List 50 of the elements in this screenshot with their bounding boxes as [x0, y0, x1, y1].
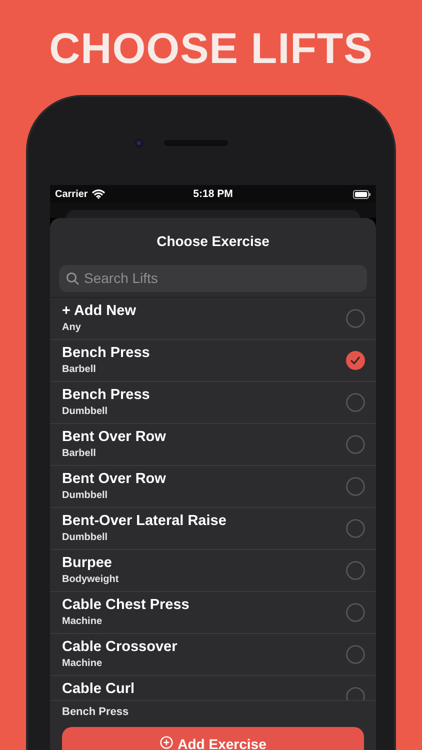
exercise-category: Any	[62, 322, 82, 334]
exercise-category: Dumbbell	[62, 532, 109, 544]
exercise-name: Bent Over Row	[62, 428, 166, 446]
wifi-icon	[92, 189, 105, 199]
exercise-category: Bodyweight	[62, 574, 119, 586]
exercise-row[interactable]: Bent-Over Lateral Raise Dumbbell	[50, 508, 376, 550]
sheet-title: Choose Exercise	[156, 232, 270, 252]
search-icon	[66, 272, 79, 285]
clock-time: 5:18 PM	[193, 188, 233, 200]
exercise-row[interactable]: Cable Chest Press Machine	[50, 592, 376, 634]
exercise-category: Dumbbell	[62, 490, 109, 502]
exercise-row[interactable]: Bench Press Barbell	[50, 340, 376, 382]
radio-circle[interactable]	[346, 476, 365, 496]
exercise-row[interactable]: + Add New Any	[50, 298, 376, 340]
exercise-name: Bent-Over Lateral Raise	[62, 512, 226, 530]
radio-circle[interactable]	[346, 308, 365, 328]
search-input[interactable]: Search Lifts	[84, 270, 360, 286]
exercise-name: Bench Press	[62, 386, 150, 404]
exercise-category: Barbell	[62, 364, 97, 376]
selected-exercise-label: Bench Press	[62, 706, 130, 718]
exercise-row[interactable]: Bent Over Row Barbell	[50, 424, 376, 466]
exercise-name: Bench Press	[62, 344, 150, 362]
radio-circle[interactable]	[346, 602, 365, 622]
exercise-row[interactable]: Burpee Bodyweight	[50, 550, 376, 592]
exercise-category: Machine	[62, 658, 104, 670]
radio-circle[interactable]	[346, 644, 365, 664]
exercise-category: Barbell	[62, 448, 97, 460]
carrier-label: Carrier	[55, 188, 88, 200]
exercise-name: Bent Over Row	[62, 470, 166, 488]
exercise-row[interactable]: Bench Press Dumbbell	[50, 382, 376, 424]
radio-circle[interactable]	[346, 518, 365, 538]
add-exercise-button[interactable]: Add Exercise	[62, 727, 364, 750]
exercise-category: Dumbbell	[62, 406, 109, 418]
radio-circle[interactable]	[346, 392, 365, 412]
exercise-name: Cable Crossover	[62, 638, 178, 656]
radio-circle[interactable]	[346, 434, 365, 454]
battery-icon	[353, 190, 371, 198]
exercise-row[interactable]: Bent Over Row Dumbbell	[50, 466, 376, 508]
headline: CHOOSE LIFTS	[48, 24, 374, 75]
search-field[interactable]: Search Lifts	[59, 264, 367, 292]
exercise-row[interactable]: Cable Crossover Machine	[50, 634, 376, 676]
exercise-category: Machine	[62, 616, 104, 628]
exercise-name: Cable Chest Press	[62, 596, 190, 614]
check-icon[interactable]	[346, 350, 365, 370]
exercise-name: + Add New	[62, 302, 136, 320]
exercise-name: Cable Curl	[62, 680, 135, 698]
radio-circle[interactable]	[346, 560, 365, 580]
exercise-name: Burpee	[62, 554, 113, 572]
camera-icon	[134, 138, 144, 148]
plus-circle-icon	[160, 736, 173, 749]
